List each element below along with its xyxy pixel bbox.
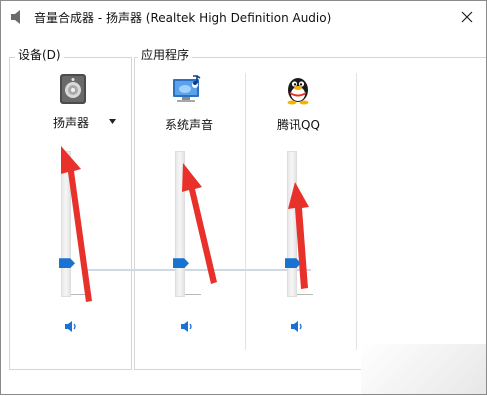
dropdown-arrow-icon[interactable] — [109, 119, 116, 124]
column-separator — [356, 73, 357, 350]
column-separator — [245, 73, 246, 350]
slider-tick — [297, 294, 313, 295]
title-bar[interactable]: 音量合成器 - 扬声器 (Realtek High Definition Aud… — [1, 1, 486, 33]
applications-group-label: 应用程序 — [138, 46, 193, 63]
speaker-device-icon[interactable] — [57, 73, 89, 105]
channel-label-qq: 腾讯QQ — [277, 118, 320, 132]
qq-penguin-icon[interactable] — [282, 73, 314, 105]
slider-tick — [185, 294, 201, 295]
volume-slider-track-qq[interactable] — [287, 151, 297, 297]
channel-label-system-sounds: 系统声音 — [165, 118, 214, 132]
system-sounds-icon[interactable] — [171, 73, 203, 105]
channel-label-speaker[interactable]: 扬声器 — [53, 114, 89, 131]
window-title: 音量合成器 - 扬声器 (Realtek High Definition Aud… — [34, 11, 332, 25]
slider-tick — [71, 294, 87, 295]
resize-grip[interactable] — [361, 344, 486, 394]
speaker-icon — [11, 10, 20, 24]
device-group-label: 设备(D) — [15, 46, 64, 63]
slider-link-line — [86, 269, 311, 271]
close-icon[interactable] — [456, 6, 478, 28]
mute-qq-icon[interactable] — [289, 318, 305, 334]
volume-slider-track-system-sounds[interactable] — [175, 151, 185, 297]
volume-slider-track-speaker[interactable] — [61, 151, 71, 297]
volume-mixer-window: 音量合成器 - 扬声器 (Realtek High Definition Aud… — [0, 0, 487, 395]
mute-speaker-icon[interactable] — [63, 318, 79, 334]
mute-system-sounds-icon[interactable] — [179, 318, 195, 334]
